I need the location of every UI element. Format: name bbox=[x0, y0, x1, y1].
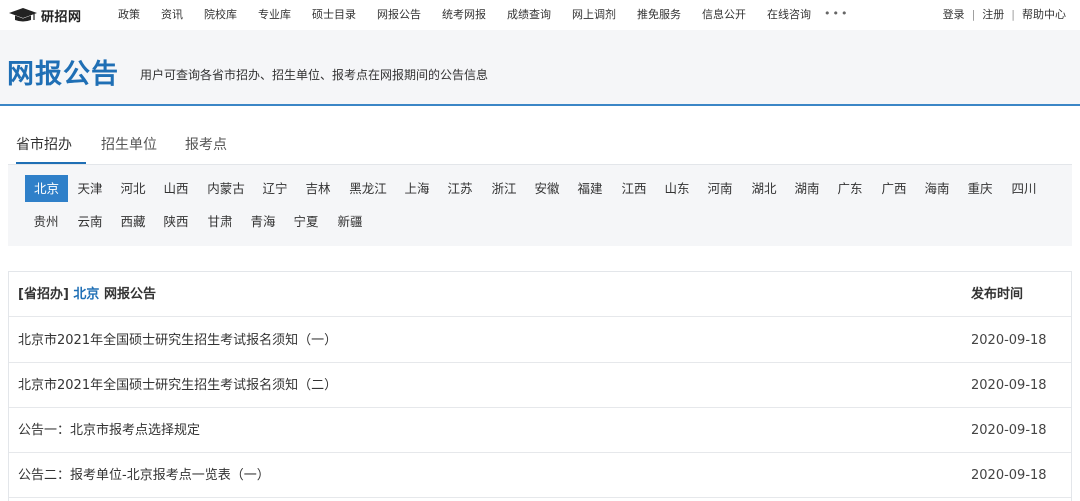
top-nav: 研招网 政策 资讯 院校库 专业库 硕士目录 网报公告 统考网报 成绩查询 网上… bbox=[0, 0, 1080, 30]
province-shaanxi[interactable]: 陕西 bbox=[156, 208, 196, 235]
province-guangxi[interactable]: 广西 bbox=[874, 175, 914, 202]
tab-enrollment-units[interactable]: 招生单位 bbox=[101, 124, 157, 164]
table-row[interactable]: 北京市2021年全国硕士研究生招生考试报名须知（二） 2020-09-18 bbox=[9, 363, 1071, 408]
province-gansu[interactable]: 甘肃 bbox=[200, 208, 240, 235]
page-description: 用户可查询各省市招办、招生单位、报考点在网报期间的公告信息 bbox=[140, 68, 489, 82]
tab-provincial-office[interactable]: 省市招办 bbox=[16, 124, 86, 164]
nav-item-master-catalog[interactable]: 硕士目录 bbox=[312, 8, 356, 22]
header-suffix: 网报公告 bbox=[103, 287, 156, 302]
province-filter: 北京 天津 河北 山西 内蒙古 辽宁 吉林 黑龙江 上海 江苏 浙江 安徽 福建… bbox=[8, 164, 1072, 246]
separator: | bbox=[1011, 8, 1015, 21]
publish-date: 2020-09-18 bbox=[971, 333, 1047, 348]
province-fujian[interactable]: 福建 bbox=[570, 175, 610, 202]
nav-item-announcements[interactable]: 网报公告 bbox=[377, 8, 421, 22]
province-heilongjiang[interactable]: 黑龙江 bbox=[344, 175, 392, 202]
province-xinjiang[interactable]: 新疆 bbox=[330, 208, 370, 235]
province-zhejiang[interactable]: 浙江 bbox=[484, 175, 524, 202]
graduation-cap-icon bbox=[9, 8, 37, 22]
nav-item-consult[interactable]: 在线咨询 bbox=[767, 8, 811, 22]
province-beijing[interactable]: 北京 bbox=[25, 175, 68, 202]
page-header: 网报公告 用户可查询各省市招办、招生单位、报考点在网报期间的公告信息 bbox=[0, 30, 1080, 106]
province-shanghai[interactable]: 上海 bbox=[397, 175, 437, 202]
province-anhui[interactable]: 安徽 bbox=[527, 175, 567, 202]
announcement-link[interactable]: 北京市2021年全国硕士研究生招生考试报名须知（一） bbox=[18, 318, 337, 363]
province-ningxia[interactable]: 宁夏 bbox=[286, 208, 326, 235]
register-link[interactable]: 注册 bbox=[982, 8, 1004, 22]
table-row[interactable]: 公告二：报考单位-北京报考点一览表（一） 2020-09-18 bbox=[9, 453, 1071, 498]
province-qinghai[interactable]: 青海 bbox=[243, 208, 283, 235]
publish-date: 2020-09-18 bbox=[971, 378, 1047, 393]
province-henan[interactable]: 河南 bbox=[700, 175, 740, 202]
user-links: 登录 | 注册 | 帮助中心 bbox=[943, 8, 1066, 22]
province-chongqing[interactable]: 重庆 bbox=[960, 175, 1000, 202]
province-guangdong[interactable]: 广东 bbox=[830, 175, 870, 202]
province-jiangsu[interactable]: 江苏 bbox=[440, 175, 480, 202]
province-sichuan[interactable]: 四川 bbox=[1004, 175, 1044, 202]
province-yunnan[interactable]: 云南 bbox=[70, 208, 110, 235]
province-guizhou[interactable]: 贵州 bbox=[26, 208, 66, 235]
announcement-link[interactable]: 公告二：报考单位-北京报考点一览表（一） bbox=[18, 453, 270, 498]
nav-item-adjustment[interactable]: 网上调剂 bbox=[572, 8, 616, 22]
page-title: 网报公告 bbox=[7, 59, 119, 90]
nav-item-scores[interactable]: 成绩查询 bbox=[507, 8, 551, 22]
announcement-table: [省招办] 北京 网报公告 发布时间 北京市2021年全国硕士研究生招生考试报名… bbox=[8, 271, 1072, 501]
header-province[interactable]: 北京 bbox=[73, 287, 99, 302]
nav-item-recommendation[interactable]: 推免服务 bbox=[637, 8, 681, 22]
province-hainan[interactable]: 海南 bbox=[917, 175, 957, 202]
announcement-link[interactable]: 公告一：北京市报考点选择规定 bbox=[18, 408, 200, 453]
nav-item-info-disclosure[interactable]: 信息公开 bbox=[702, 8, 746, 22]
province-hunan[interactable]: 湖南 bbox=[787, 175, 827, 202]
separator: | bbox=[971, 8, 976, 21]
province-jiangxi[interactable]: 江西 bbox=[614, 175, 654, 202]
help-link[interactable]: 帮助中心 bbox=[1022, 8, 1066, 22]
province-shanxi[interactable]: 山西 bbox=[156, 175, 196, 202]
nav-item-schools[interactable]: 院校库 bbox=[204, 8, 237, 22]
province-jilin[interactable]: 吉林 bbox=[298, 175, 338, 202]
province-hubei[interactable]: 湖北 bbox=[744, 175, 784, 202]
announcement-link[interactable]: 北京市2021年全国硕士研究生招生考试报名须知（二） bbox=[18, 363, 337, 408]
table-header: [省招办] 北京 网报公告 发布时间 bbox=[9, 272, 1071, 317]
logo-text: 研招网 bbox=[41, 9, 82, 25]
main-nav: 政策 资讯 院校库 专业库 硕士目录 网报公告 统考网报 成绩查询 网上调剂 推… bbox=[118, 8, 832, 22]
province-tibet[interactable]: 西藏 bbox=[113, 208, 153, 235]
nav-item-policy[interactable]: 政策 bbox=[118, 8, 140, 22]
nav-item-registration[interactable]: 统考网报 bbox=[442, 8, 486, 22]
province-inner-mongolia[interactable]: 内蒙古 bbox=[202, 175, 250, 202]
nav-item-news[interactable]: 资讯 bbox=[161, 8, 183, 22]
province-liaoning[interactable]: 辽宁 bbox=[255, 175, 295, 202]
province-shandong[interactable]: 山东 bbox=[657, 175, 697, 202]
province-tianjin[interactable]: 天津 bbox=[70, 175, 110, 202]
more-icon[interactable]: ••• bbox=[824, 7, 849, 20]
header-prefix: [省招办] bbox=[18, 287, 69, 302]
publish-date: 2020-09-18 bbox=[971, 423, 1047, 438]
province-hebei[interactable]: 河北 bbox=[113, 175, 153, 202]
tab-exam-sites[interactable]: 报考点 bbox=[185, 124, 227, 164]
date-column-header: 发布时间 bbox=[971, 287, 1024, 302]
table-row[interactable]: 北京市2021年全国硕士研究生招生考试报名须知（一） 2020-09-18 bbox=[9, 318, 1071, 363]
table-header-title: [省招办] 北京 网报公告 bbox=[18, 272, 156, 317]
nav-item-majors[interactable]: 专业库 bbox=[258, 8, 291, 22]
login-link[interactable]: 登录 bbox=[943, 8, 965, 22]
publish-date: 2020-09-18 bbox=[971, 468, 1047, 483]
site-logo[interactable]: 研招网 bbox=[8, 6, 82, 25]
table-row[interactable]: 公告一：北京市报考点选择规定 2020-09-18 bbox=[9, 408, 1071, 453]
